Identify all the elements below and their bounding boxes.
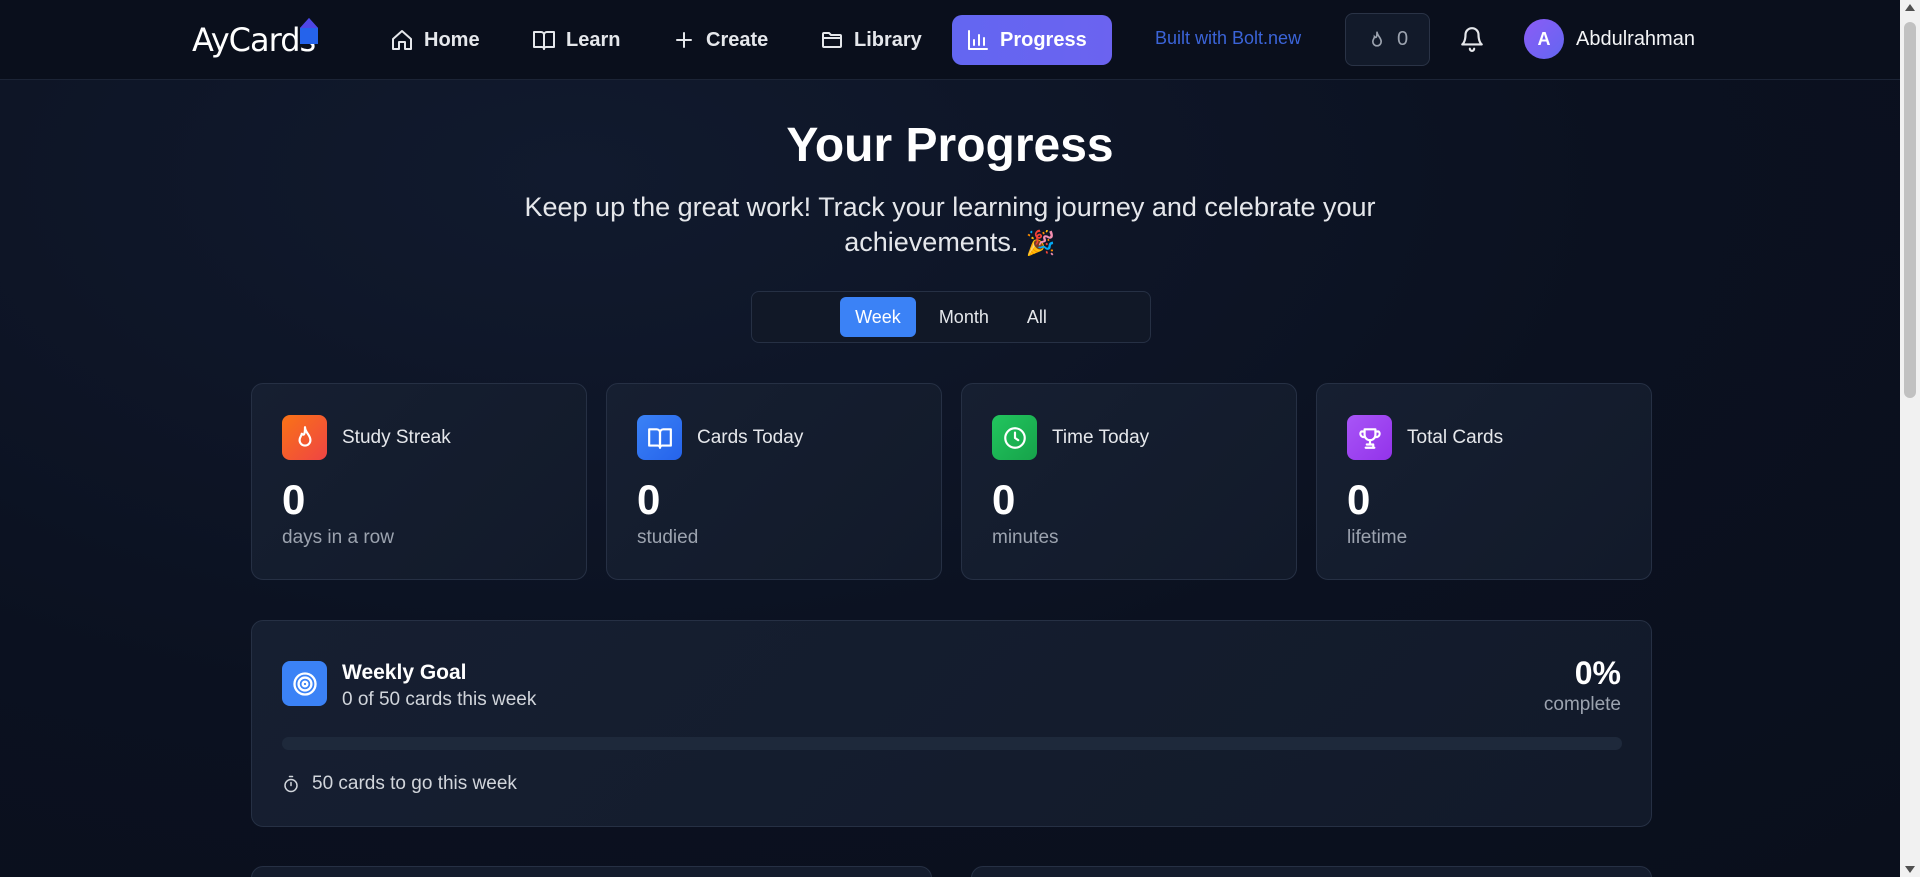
- stat-icon-bg: [282, 415, 327, 460]
- stat-card-cards-today: Cards Today 0 studied: [606, 383, 942, 580]
- stat-card-total-cards: Total Cards 0 lifetime: [1316, 383, 1652, 580]
- scroll-thumb[interactable]: [1904, 22, 1916, 398]
- scroll-up-icon[interactable]: [1905, 4, 1915, 11]
- stat-label: Study Streak: [342, 427, 451, 448]
- goal-progress-bar: [282, 737, 1622, 750]
- weekly-goal-card: Weekly Goal 0 of 50 cards this week 0% c…: [251, 620, 1652, 827]
- subtitle-text: Keep up the great work! Track your learn…: [524, 192, 1376, 257]
- page-scrollbar[interactable]: [1900, 0, 1920, 877]
- clock-icon: [1003, 426, 1026, 449]
- flame-icon: [298, 425, 311, 447]
- goal-icon-bg: [282, 661, 327, 706]
- plus-icon: [676, 32, 692, 48]
- notifications-button[interactable]: [1459, 26, 1487, 54]
- stat-sub: minutes: [992, 527, 1059, 548]
- nav-progress[interactable]: Progress: [952, 15, 1112, 65]
- stat-label: Total Cards: [1407, 427, 1504, 448]
- nav-create[interactable]: Create: [658, 15, 782, 65]
- nav-library-label: Library: [854, 28, 922, 51]
- stat-value: 0: [1347, 476, 1371, 523]
- built-with-bolt-link[interactable]: Built with Bolt.new: [1155, 28, 1301, 49]
- nav-home-label: Home: [424, 28, 480, 51]
- stat-value: 0: [992, 476, 1016, 523]
- bell-icon: [1461, 27, 1483, 52]
- user-name: Abdulrahman: [1576, 27, 1695, 50]
- goal-description: 0 of 50 cards this week: [342, 689, 537, 710]
- stat-icon-bg: [1347, 415, 1392, 460]
- goal-complete-label: complete: [1543, 694, 1621, 715]
- nav-library[interactable]: Library: [806, 15, 936, 65]
- period-tabs: Week Month All: [751, 291, 1151, 343]
- top-navbar: AyCards Home Learn Create Library Progre…: [0, 0, 1900, 80]
- stat-sub: studied: [637, 527, 699, 548]
- goal-percent: 0%: [1574, 655, 1621, 691]
- stat-sub: days in a row: [282, 527, 394, 548]
- page-subtitle: Keep up the great work! Track your learn…: [520, 190, 1380, 261]
- stat-icon-bg: [637, 415, 682, 460]
- trophy-icon: [1358, 427, 1381, 449]
- nav-home[interactable]: Home: [376, 15, 494, 65]
- logo-house-icon: [300, 18, 318, 44]
- stat-sub: lifetime: [1347, 527, 1408, 548]
- nav-progress-label: Progress: [1000, 28, 1087, 51]
- tab-week[interactable]: Week: [840, 297, 916, 337]
- user-menu[interactable]: A Abdulrahman: [1524, 19, 1695, 59]
- goal-footer: 50 cards to go this week: [282, 773, 517, 795]
- book-open-icon: [647, 427, 672, 449]
- home-icon: [392, 30, 412, 50]
- app-logo[interactable]: AyCards: [192, 16, 332, 64]
- book-open-icon: [533, 31, 555, 50]
- nav-create-label: Create: [706, 28, 769, 51]
- tab-all[interactable]: All: [1012, 297, 1062, 337]
- party-popper-icon: 🎉: [1025, 230, 1056, 257]
- folder-icon: [822, 32, 842, 48]
- bottom-card-right: [971, 866, 1652, 877]
- streak-badge[interactable]: 0: [1345, 13, 1430, 66]
- stat-value: 0: [282, 476, 306, 523]
- stat-label: Time Today: [1052, 427, 1150, 448]
- tab-month[interactable]: Month: [924, 297, 1004, 337]
- streak-count: 0: [1396, 28, 1409, 50]
- goal-title: Weekly Goal: [342, 661, 467, 684]
- page-title: Your Progress: [786, 119, 1114, 172]
- flame-icon: [1371, 31, 1382, 47]
- timer-icon: [284, 775, 298, 793]
- nav-learn[interactable]: Learn: [518, 15, 634, 65]
- bottom-card-left: [251, 866, 932, 877]
- stat-label: Cards Today: [697, 427, 804, 448]
- nav-learn-label: Learn: [566, 28, 621, 51]
- stat-value: 0: [637, 476, 661, 523]
- stat-icon-bg: [992, 415, 1037, 460]
- scroll-down-icon[interactable]: [1905, 866, 1915, 873]
- bar-chart-icon: [968, 30, 988, 50]
- logo-text: AyCards: [192, 21, 316, 59]
- target-icon: [292, 671, 317, 696]
- stat-card-time-today: Time Today 0 minutes: [961, 383, 1297, 580]
- avatar: A: [1524, 19, 1564, 59]
- goal-footer-text: 50 cards to go this week: [312, 773, 517, 794]
- stat-card-study-streak: Study Streak 0 days in a row: [251, 383, 587, 580]
